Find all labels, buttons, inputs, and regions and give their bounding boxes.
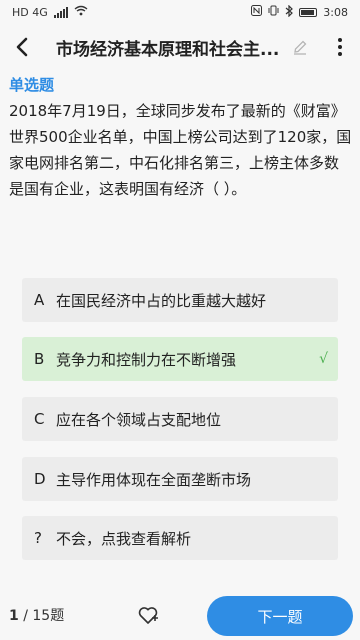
back-arrow-icon: [16, 37, 28, 57]
question-type-label: 单选题: [9, 76, 55, 94]
pencil-icon: [294, 40, 307, 55]
signal-icon: [53, 6, 68, 18]
battery-icon: [299, 7, 318, 17]
question-pager: 1 / 15题: [9, 605, 64, 625]
pager-separator: /: [23, 608, 28, 624]
more-button[interactable]: [320, 24, 360, 70]
status-bar: HD 4G 3:08: [0, 0, 360, 24]
option-text: 不会，点我查看解析: [56, 529, 192, 548]
option-text: 在国民经济中占的比重越大越好: [56, 291, 267, 310]
question-text: 2018年7月19日，全球同步发布了最新的《财富》世界500企业名单，中国上榜公…: [9, 102, 352, 198]
next-question-button[interactable]: 下一题: [207, 596, 353, 636]
option-key: B: [34, 350, 45, 368]
option-text: 应在各个领域占支配地位: [56, 410, 222, 429]
back-button[interactable]: [0, 24, 44, 70]
page-title: 市场经济基本原理和社会主...: [56, 39, 280, 60]
edit-button[interactable]: [280, 24, 320, 70]
total-questions: 15题: [32, 608, 65, 624]
top-bar: 市场经济基本原理和社会主...: [0, 24, 360, 70]
option-b[interactable]: B 竞争力和控制力在不断增强 √: [22, 337, 338, 381]
favorite-button[interactable]: [137, 604, 159, 626]
clock: 3:08: [323, 5, 348, 19]
bluetooth-icon: [285, 4, 294, 20]
current-question-number: 1: [9, 608, 19, 624]
footer-bar: 1 / 15题 下一题: [0, 590, 360, 640]
view-explanation-button[interactable]: ? 不会，点我查看解析: [22, 516, 338, 560]
heart-plus-icon: [138, 607, 158, 624]
wifi-icon: [74, 5, 88, 19]
vibrate-icon: [268, 5, 279, 19]
option-d[interactable]: D 主导作用体现在全面垄断市场: [22, 457, 338, 501]
option-c[interactable]: C 应在各个领域占支配地位: [22, 397, 338, 441]
option-key: A: [34, 291, 45, 309]
option-key: ?: [34, 529, 42, 547]
option-key: D: [34, 470, 46, 488]
option-key: C: [34, 410, 45, 428]
option-text: 主导作用体现在全面垄断市场: [56, 470, 252, 489]
nfc-icon: [251, 5, 263, 19]
option-text: 竞争力和控制力在不断增强: [56, 350, 237, 369]
carrier-label: HD 4G: [12, 5, 48, 19]
check-icon: √: [319, 351, 328, 367]
more-vert-icon: [338, 38, 342, 56]
option-a[interactable]: A 在国民经济中占的比重越大越好: [22, 278, 338, 322]
